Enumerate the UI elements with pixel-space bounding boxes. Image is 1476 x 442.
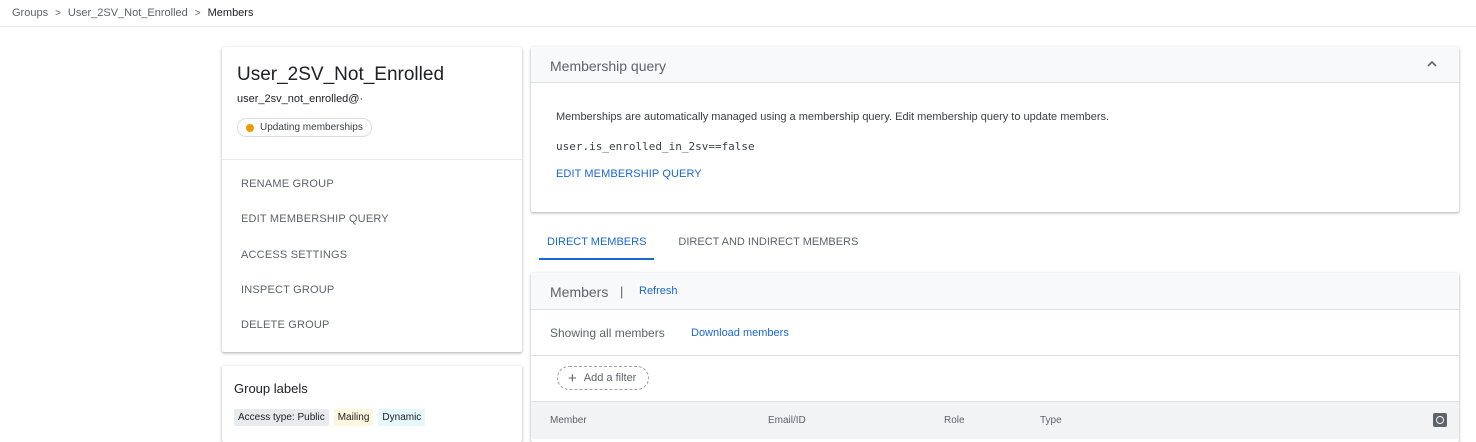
breadcrumb: Groups > User_2SV_Not_Enrolled > Members	[12, 5, 253, 21]
group-info-card: User_2SV_Not_Enrolled user_2sv_not_enrol…	[222, 47, 522, 352]
group-labels-title: Group labels	[234, 381, 308, 396]
filter-row: + Add a filter	[531, 356, 1459, 401]
group-email: user_2sv_not_enrolled@·	[237, 93, 364, 105]
breadcrumb-members: Members	[207, 7, 254, 19]
membership-query-title: Membership query	[550, 58, 666, 74]
label-chip-access-type: Access type: Public	[234, 409, 329, 426]
rename-group-button[interactable]: RENAME GROUP	[241, 178, 334, 190]
breadcrumb-group[interactable]: User_2SV_Not_Enrolled	[68, 7, 188, 19]
membership-query-description: Memberships are automatically managed us…	[556, 111, 1110, 123]
add-filter-label: Add a filter	[583, 372, 637, 384]
status-dot-icon	[246, 123, 254, 132]
plus-icon: +	[568, 369, 577, 387]
members-table-header: Member Email/ID Role Type	[531, 401, 1459, 439]
tab-direct-members[interactable]: DIRECT MEMBERS	[539, 224, 655, 260]
column-header-email[interactable]: Email/ID	[768, 415, 806, 426]
edit-membership-query-button[interactable]: EDIT MEMBERSHIP QUERY	[241, 213, 389, 225]
edit-membership-query-link[interactable]: EDIT MEMBERSHIP QUERY	[556, 168, 702, 180]
breadcrumb-groups[interactable]: Groups	[12, 7, 48, 19]
group-labels-card: Group labels Access type: Public Mailing…	[222, 366, 522, 442]
label-chip-mailing: Mailing	[333, 409, 374, 426]
header-divider	[0, 26, 1476, 27]
chevron-up-icon[interactable]	[1425, 57, 1439, 71]
showing-members-text: Showing all members	[550, 326, 665, 340]
tab-direct-and-indirect-members[interactable]: DIRECT AND INDIRECT MEMBERS	[670, 224, 866, 260]
add-filter-button[interactable]: + Add a filter	[557, 366, 650, 390]
column-header-role[interactable]: Role	[944, 415, 965, 426]
label-chip-list: Access type: Public Mailing Dynamic	[234, 409, 426, 426]
breadcrumb-separator: >	[55, 7, 61, 19]
breadcrumb-separator: >	[194, 7, 201, 19]
members-tabs: DIRECT MEMBERS DIRECT AND INDIRECT MEMBE…	[539, 224, 882, 260]
group-title: User_2SV_Not_Enrolled	[237, 64, 445, 85]
refresh-button[interactable]: Refresh	[639, 285, 678, 297]
members-header: Members | Refresh	[531, 273, 1459, 310]
delete-group-button[interactable]: DELETE GROUP	[241, 319, 330, 331]
members-summary-row: Showing all members Download members	[531, 310, 1459, 356]
column-header-member[interactable]: Member	[550, 415, 587, 426]
column-header-type[interactable]: Type	[1040, 415, 1062, 426]
members-card: Members | Refresh Showing all members Do…	[531, 273, 1459, 442]
membership-query-header[interactable]: Membership query	[531, 47, 1459, 83]
status-badge: Updating memberships	[237, 118, 372, 137]
status-label: Updating memberships	[260, 122, 363, 133]
group-card-divider	[222, 159, 522, 160]
membership-query-card: Membership query Memberships are automat…	[531, 47, 1459, 212]
label-chip-dynamic: Dynamic	[378, 409, 426, 426]
membership-query-code: user.is_enrolled_in_2sv==false	[556, 140, 755, 153]
members-separator: |	[620, 284, 624, 299]
column-settings-icon[interactable]	[1433, 413, 1447, 427]
inspect-group-button[interactable]: INSPECT GROUP	[241, 284, 334, 296]
access-settings-button[interactable]: ACCESS SETTINGS	[241, 249, 347, 261]
download-members-link[interactable]: Download members	[691, 327, 789, 339]
members-title: Members	[550, 284, 609, 300]
